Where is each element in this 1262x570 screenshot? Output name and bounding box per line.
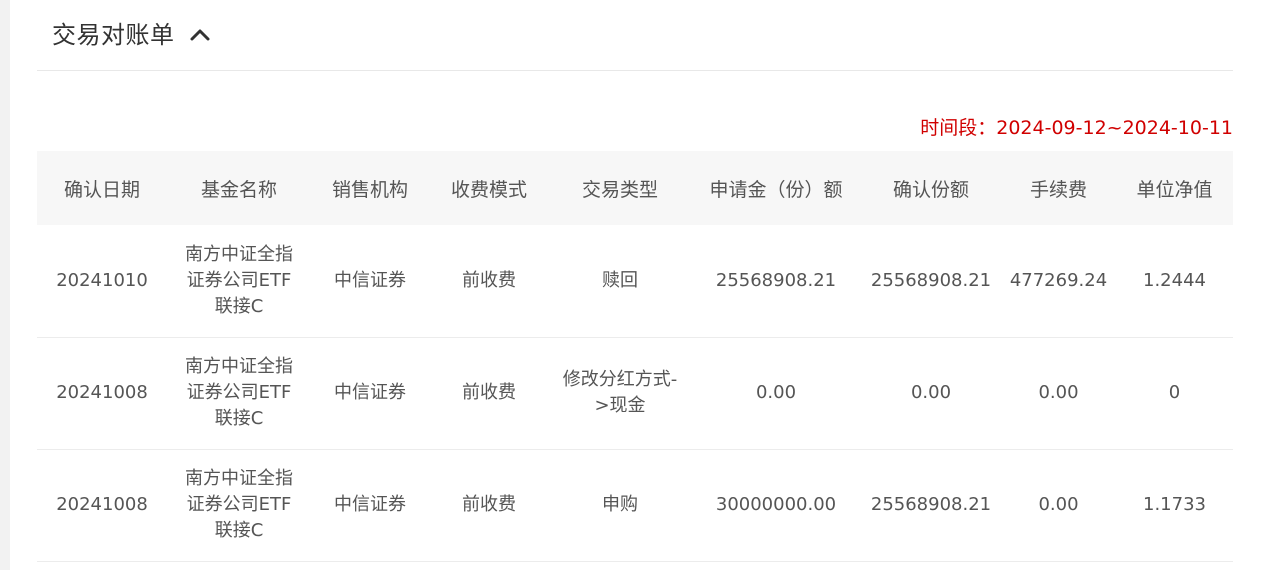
cell-nav: 1.2444 [1143,269,1206,291]
table-header-row: 确认日期 基金名称 销售机构 收费模式 交易类型 申请金（份）额 确认份额 手续… [37,151,1233,225]
trade-type-line: 赎回 [602,269,638,291]
cell-sales-agency: 中信证券 [334,494,406,515]
cell-trade-type: 赎回 [549,225,691,337]
cell-fund-name: 南方中证全指 证券公司ETF 联接C [167,449,311,561]
fund-name-line: 证券公司ETF [186,494,292,515]
cell-confirm-date: 20241010 [56,269,148,291]
time-period-label: 时间段：2024-09-12~2024-10-11 [920,117,1233,139]
statement-card: 交易对账单 时间段：2024-09-12~2024-10-11 确认日期 基金名… [10,0,1262,570]
col-header-sales-agency: 销售机构 [331,178,408,201]
cell-apply-amount: 0.00 [755,382,797,403]
fund-name-line: 联接C [214,295,264,317]
table-row: 20241008 南方中证全指 证券公司ETF 联接C 中信证券 前收费 申购 … [37,449,1233,561]
cell-nav: 0 [1168,382,1181,403]
col-header-fund-name: 基金名称 [200,178,277,201]
cell-nav: 1.1733 [1143,494,1206,515]
cell-fee: 0.00 [1038,382,1079,403]
fund-name-line: 证券公司ETF [186,269,292,291]
cell-fund-name: 南方中证全指 证券公司ETF 联接C [167,225,311,337]
fund-name-line: 联接C [214,408,264,429]
col-header-nav: 单位净值 [1136,178,1213,201]
cell-confirmed-shares: 25568908.21 [870,269,992,291]
cell-apply-amount: 25568908.21 [715,269,837,291]
page-title: 交易对账单 [52,21,175,49]
cell-fund-name: 南方中证全指 证券公司ETF 联接C [167,337,311,449]
cell-fee-mode: 前收费 [462,269,516,291]
fund-name-line: 联接C [214,520,264,541]
cell-apply-amount: 30000000.00 [715,494,837,515]
cell-fee-mode: 前收费 [462,382,516,403]
col-header-fee-mode: 收费模式 [450,178,527,201]
col-header-confirm-date: 确认日期 [63,178,140,201]
trade-type-line: 修改分红方式- [562,369,678,390]
section-header: 交易对账单 [37,0,1233,71]
fund-name-line: 证券公司ETF [186,382,292,403]
table-row: 20241008 南方中证全指 证券公司ETF 联接C 中信证券 前收费 修改分… [37,337,1233,449]
trade-type-line: 申购 [602,494,638,515]
table-row: 20241010 南方中证全指 证券公司ETF 联接C 中信证券 前收费 赎回 … [37,225,1233,337]
chevron-up-icon[interactable] [189,28,211,42]
cell-sales-agency: 中信证券 [334,269,406,291]
trade-type-line: >现金 [594,395,646,416]
col-header-confirmed-shares: 确认份额 [892,178,969,201]
cell-fee: 0.00 [1038,494,1079,515]
statement-table: 确认日期 基金名称 销售机构 收费模式 交易类型 申请金（份）额 确认份额 手续… [37,151,1233,562]
cell-confirmed-shares: 25568908.21 [870,494,992,515]
cell-fee-mode: 前收费 [462,494,516,515]
cell-confirm-date: 20241008 [56,494,148,515]
cell-confirmed-shares: 0.00 [910,382,952,403]
cell-confirm-date: 20241008 [56,382,148,403]
col-header-fee: 手续费 [1029,178,1087,201]
cell-fee: 477269.24 [1009,269,1108,291]
cell-trade-type: 修改分红方式- >现金 [549,337,691,449]
fund-name-line: 南方中证全指 [185,243,293,265]
cell-sales-agency: 中信证券 [334,382,406,403]
col-header-apply-amount: 申请金（份）额 [709,178,843,201]
fund-name-line: 南方中证全指 [185,468,293,489]
fund-name-line: 南方中证全指 [185,356,293,377]
col-header-trade-type: 交易类型 [581,178,658,201]
statement-table-container: 确认日期 基金名称 销售机构 收费模式 交易类型 申请金（份）额 确认份额 手续… [37,151,1233,562]
cell-trade-type: 申购 [549,449,691,561]
